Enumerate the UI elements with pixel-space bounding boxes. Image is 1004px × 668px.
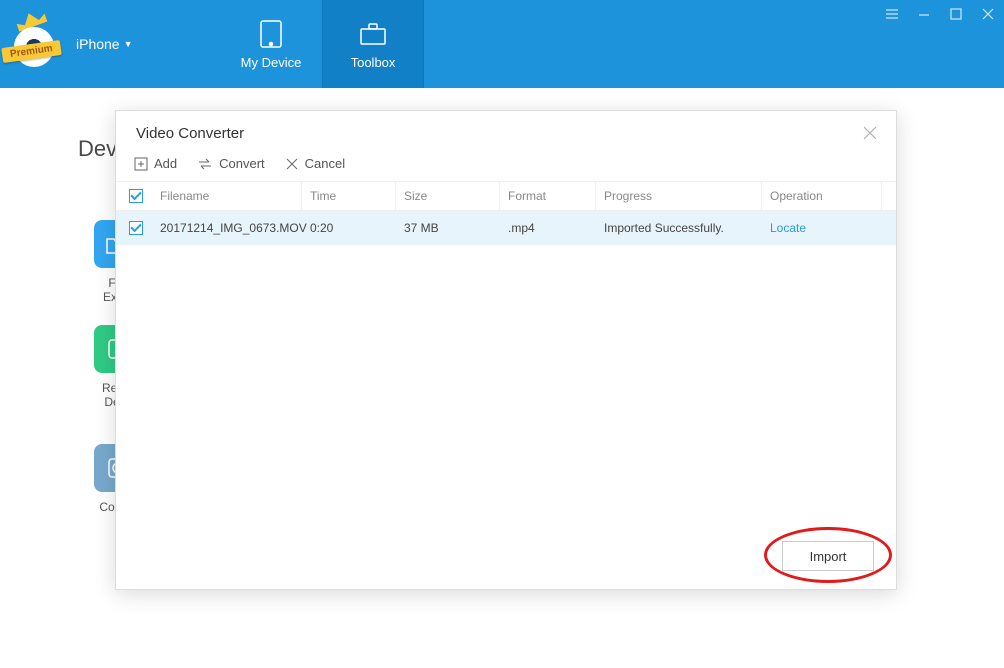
tab-my-device[interactable]: My Device	[220, 0, 322, 88]
cell-time: 0:20	[302, 221, 396, 235]
cell-format: .mp4	[500, 221, 596, 235]
cell-size: 37 MB	[396, 221, 500, 235]
logo-area: Premium iPhone ▼	[0, 0, 220, 88]
locate-link[interactable]: Locate	[770, 221, 806, 235]
checkbox-icon	[129, 189, 143, 203]
col-time: Time	[302, 182, 396, 210]
row-checkbox-cell[interactable]	[120, 221, 152, 235]
table-header: Filename Time Size Format Progress Opera…	[116, 181, 896, 211]
menu-icon[interactable]	[882, 4, 902, 24]
import-button[interactable]: Import	[782, 541, 874, 571]
col-size: Size	[396, 182, 500, 210]
tab-toolbox[interactable]: Toolbox	[322, 0, 424, 88]
cell-progress: Imported Successfully.	[596, 221, 762, 235]
main-tabs: My Device Toolbox	[220, 0, 424, 88]
maximize-button[interactable]	[946, 4, 966, 24]
window-controls	[882, 4, 998, 24]
tablet-icon	[256, 19, 286, 49]
modal-title-text: Video Converter	[136, 125, 244, 142]
modal-toolbar: Add Convert Cancel	[116, 152, 896, 181]
convert-button[interactable]: Convert	[197, 156, 265, 171]
cancel-button[interactable]: Cancel	[285, 156, 345, 171]
minimize-button[interactable]	[914, 4, 934, 24]
app-header: Premium iPhone ▼ My Device Toolbox	[0, 0, 1004, 88]
modal-footer: Import	[782, 541, 874, 571]
col-progress: Progress	[596, 182, 762, 210]
convert-label: Convert	[219, 156, 265, 171]
add-button[interactable]: Add	[134, 156, 177, 171]
col-operation: Operation	[762, 182, 882, 210]
col-format: Format	[500, 182, 596, 210]
modal-close-button[interactable]	[860, 123, 880, 143]
modal-title-bar: Video Converter	[116, 111, 896, 152]
cell-filename: 20171214_IMG_0673.MOV	[152, 221, 302, 235]
briefcase-icon	[358, 19, 388, 49]
video-converter-modal: Video Converter Add Convert Cancel Filen…	[115, 110, 897, 590]
checkbox-icon	[129, 221, 143, 235]
tab-label: Toolbox	[351, 55, 396, 70]
select-all-cell[interactable]	[120, 182, 152, 210]
col-filename: Filename	[152, 182, 302, 210]
close-button[interactable]	[978, 4, 998, 24]
device-selector[interactable]: iPhone ▼	[76, 36, 133, 52]
device-label-text: iPhone	[76, 36, 120, 52]
table-row[interactable]: 20171214_IMG_0673.MOV 0:20 37 MB .mp4 Im…	[116, 211, 896, 245]
chevron-down-icon: ▼	[124, 39, 133, 49]
cancel-label: Cancel	[305, 156, 345, 171]
add-label: Add	[154, 156, 177, 171]
tab-label: My Device	[241, 55, 302, 70]
